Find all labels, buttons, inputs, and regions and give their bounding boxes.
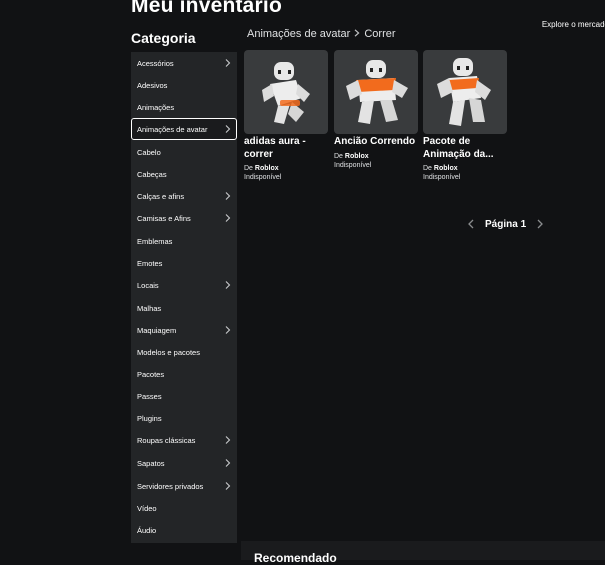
sidebar-item-label: Acessórios: [137, 58, 174, 68]
sidebar-item-calcas-e-afins[interactable]: Calças e afins: [131, 185, 237, 207]
breadcrumb-item-parent[interactable]: Animações de avatar: [247, 28, 350, 40]
creator-prefix: De: [244, 165, 253, 172]
sidebar-item-cabecas[interactable]: Cabeças: [131, 163, 237, 185]
sidebar-item-label: Camisas e Afins: [137, 213, 191, 223]
item-creator: De Roblox: [334, 152, 418, 161]
sidebar-item-label: Animações de avatar: [137, 124, 208, 134]
avatar-running-icon: [262, 62, 310, 124]
sidebar-item-label: Vídeo: [137, 503, 157, 513]
item-status: Indisponível: [244, 174, 282, 181]
sidebar-item-animacoes-de-avatar[interactable]: Animações de avatar: [131, 118, 237, 140]
sidebar-item-malhas[interactable]: Malhas: [131, 297, 237, 319]
sidebar-item-maquiagem[interactable]: Maquiagem: [131, 319, 237, 341]
sidebar-item-camisas-e-afins[interactable]: Camisas e Afins: [131, 207, 237, 229]
pagination: Página 1: [467, 217, 544, 231]
category-heading: Categoria: [131, 30, 196, 46]
sidebar-item-pacotes[interactable]: Pacotes: [131, 363, 237, 385]
sidebar-item-video[interactable]: Vídeo: [131, 497, 237, 519]
chevron-right-icon: [225, 192, 231, 200]
item-creator: De Roblox: [423, 164, 507, 173]
sidebar-item-label: Locais: [137, 280, 159, 290]
sidebar-item-cabelo[interactable]: Cabelo: [131, 141, 237, 163]
recommended-title: Recomendado: [254, 551, 337, 565]
sidebar-item-label: Adesivos: [137, 80, 168, 90]
chevron-right-icon: [225, 326, 231, 334]
chevron-right-icon: [225, 214, 231, 222]
sidebar-item-sapatos[interactable]: Sapatos: [131, 452, 237, 474]
sidebar-item-animacoes[interactable]: Animações: [131, 96, 237, 118]
explore-marketplace-link[interactable]: Explore o mercado: [542, 20, 605, 29]
sidebar-item-audio[interactable]: Áudio: [131, 519, 237, 541]
sidebar-item-locais[interactable]: Locais: [131, 274, 237, 296]
page-label: Página 1: [485, 218, 527, 230]
recommended-section: Recomendado: [241, 541, 605, 565]
item-card[interactable]: Ancião Correndo De Roblox Indisponível: [334, 50, 418, 170]
item-thumbnail[interactable]: [334, 50, 418, 134]
creator-prefix: De: [334, 152, 343, 160]
sidebar-item-label: Pacotes: [137, 369, 165, 379]
sidebar-item-label: Maquiagem: [137, 325, 177, 335]
sidebar-item-label: Passes: [137, 391, 162, 401]
sidebar-item-label: Roupas clássicas: [137, 435, 196, 445]
item-card[interactable]: adidas aura - correr De Roblox Indisponí…: [244, 50, 328, 182]
item-thumbnail[interactable]: [423, 50, 507, 134]
item-name[interactable]: adidas aura - correr: [244, 136, 328, 161]
sidebar-item-emblemas[interactable]: Emblemas: [131, 230, 237, 252]
chevron-right-icon: [225, 436, 231, 444]
sidebar-item-acessorios[interactable]: Acessórios: [131, 52, 237, 74]
chevron-right-icon[interactable]: [536, 219, 544, 229]
sidebar-item-emotes[interactable]: Emotes: [131, 252, 237, 274]
chevron-right-icon: [225, 59, 231, 67]
sidebar-item-servidores-privados[interactable]: Servidores privados: [131, 475, 237, 497]
avatar-running-icon: [346, 60, 408, 124]
sidebar-item-label: Modelos e pacotes: [137, 347, 200, 357]
sidebar-item-passes[interactable]: Passes: [131, 385, 237, 407]
sidebar-item-label: Cabeças: [137, 169, 167, 179]
chevron-right-icon: [225, 459, 231, 467]
item-card[interactable]: Pacote de Animação da... De Roblox Indis…: [423, 50, 507, 182]
sidebar-item-label: Cabelo: [137, 147, 161, 157]
sidebar-item-label: Sapatos: [137, 458, 165, 468]
breadcrumb-item-current: Correr: [364, 28, 396, 40]
item-name[interactable]: Pacote de Animação da...: [423, 136, 507, 161]
creator-name[interactable]: Roblox: [434, 165, 458, 172]
item-thumbnail[interactable]: [244, 50, 328, 134]
item-status: Indisponível: [423, 174, 461, 181]
item-name[interactable]: Ancião Correndo: [334, 136, 418, 149]
sidebar-item-label: Emotes: [137, 258, 163, 268]
creator-name[interactable]: Roblox: [255, 165, 279, 172]
avatar-running-icon: [437, 58, 491, 126]
item-creator: De Roblox: [244, 164, 328, 173]
page-title: Meu inventário: [131, 0, 282, 17]
item-status: Indisponível: [334, 161, 372, 169]
chevron-right-icon: [225, 281, 231, 289]
category-sidebar: Acessórios Adesivos Animações Animações …: [131, 52, 237, 543]
sidebar-item-label: Servidores privados: [137, 481, 204, 491]
sidebar-item-adesivos[interactable]: Adesivos: [131, 74, 237, 96]
sidebar-item-label: Áudio: [137, 525, 157, 535]
sidebar-item-label: Emblemas: [137, 236, 173, 246]
creator-prefix: De: [423, 165, 432, 172]
chevron-right-icon: [354, 28, 360, 40]
sidebar-item-roupas-classicas[interactable]: Roupas clássicas: [131, 429, 237, 451]
breadcrumb: Animações de avatar Correr: [247, 28, 396, 40]
chevron-right-icon: [225, 482, 231, 490]
chevron-right-icon: [225, 125, 231, 133]
sidebar-item-label: Animações: [137, 102, 175, 112]
creator-name[interactable]: Roblox: [345, 153, 369, 160]
sidebar-item-label: Calças e afins: [137, 191, 185, 201]
sidebar-item-label: Malhas: [137, 303, 162, 313]
sidebar-item-label: Plugins: [137, 413, 162, 423]
chevron-left-icon[interactable]: [467, 219, 475, 229]
sidebar-item-modelos-e-pacotes[interactable]: Modelos e pacotes: [131, 341, 237, 363]
sidebar-item-plugins[interactable]: Plugins: [131, 407, 237, 429]
